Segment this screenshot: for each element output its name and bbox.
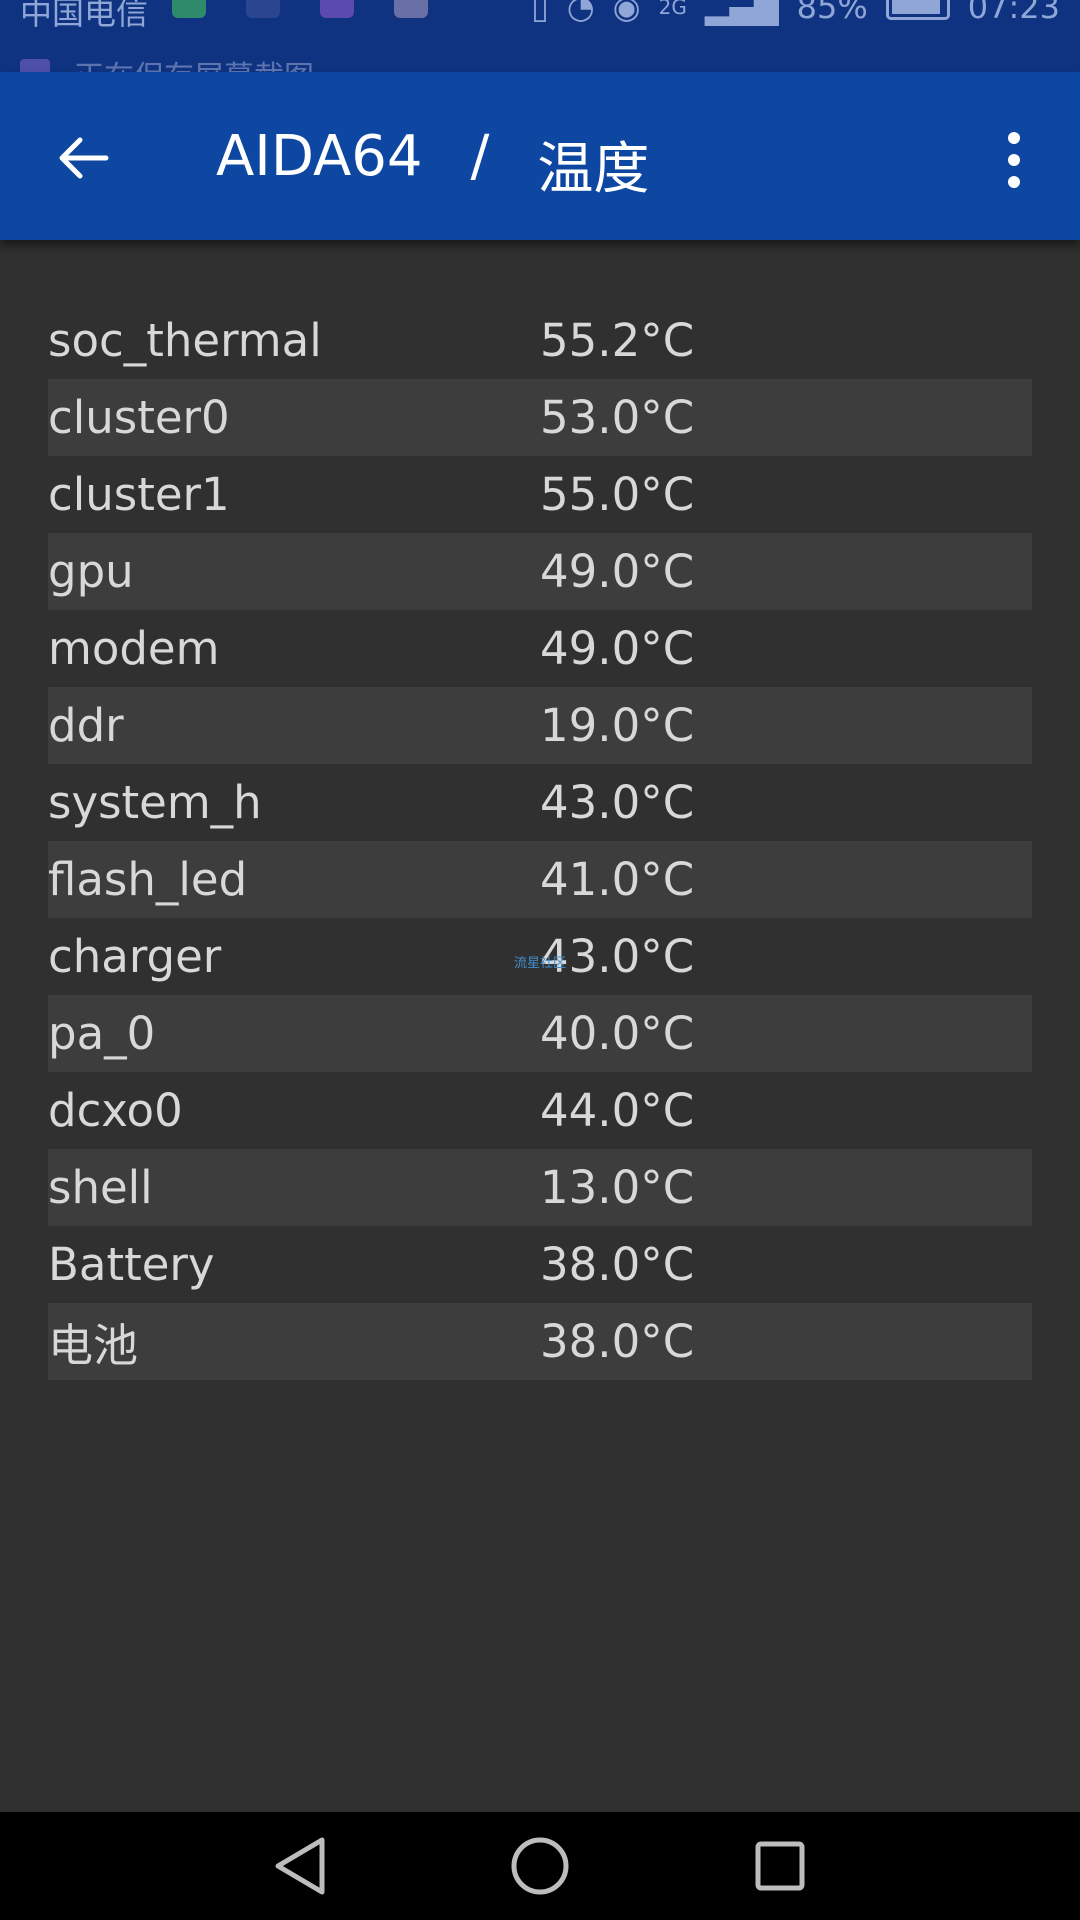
vibrate-icon: ▯ bbox=[531, 0, 549, 26]
status-right: ▯ ◔ ◉ 2G ▂▄▆ 85% 07:23 bbox=[531, 0, 1060, 26]
list-item: modem 49.0°C bbox=[48, 610, 1032, 687]
list-item: system_h 43.0°C bbox=[48, 764, 1032, 841]
status-bar: 中国电信 ▯ ◔ ◉ 2G ▂▄▆ 85% 07:23 正在保存屏幕截图 bbox=[0, 0, 1080, 72]
more-vert-dot bbox=[1008, 154, 1020, 166]
title-separator: / bbox=[470, 124, 490, 189]
sensor-value: 41.0°C bbox=[540, 853, 695, 906]
square-recents-icon bbox=[755, 1841, 805, 1891]
notification-text: 正在保存屏幕截图 bbox=[74, 52, 314, 72]
signal-icon: ▂▄▆ bbox=[704, 0, 779, 26]
sync-icon: ◔ bbox=[566, 0, 595, 26]
sensor-name: modem bbox=[48, 622, 220, 675]
list-item: cluster0 53.0°C bbox=[48, 379, 1032, 456]
sensor-name: cluster0 bbox=[48, 391, 230, 444]
sensor-value: 55.2°C bbox=[540, 314, 695, 367]
sensor-value: 49.0°C bbox=[540, 545, 695, 598]
sensor-name: charger bbox=[48, 930, 222, 983]
list-item: cluster1 55.0°C bbox=[48, 456, 1032, 533]
sensor-name: 电池 bbox=[48, 1319, 139, 1372]
battery-icon bbox=[885, 0, 950, 20]
battery-percent: 85% bbox=[796, 0, 868, 26]
more-vert-icon bbox=[1008, 132, 1020, 144]
app-notification-icon bbox=[246, 0, 280, 18]
navigation-bar bbox=[0, 1812, 1080, 1920]
notification-ticker: 正在保存屏幕截图 bbox=[20, 52, 314, 72]
more-vert-dot bbox=[1008, 176, 1020, 188]
app-name: AIDA64 bbox=[216, 124, 423, 189]
list-item: Battery 38.0°C bbox=[48, 1226, 1032, 1303]
triangle-back-icon bbox=[275, 1837, 325, 1895]
sensor-value: 44.0°C bbox=[540, 1084, 695, 1137]
eye-icon: ◉ bbox=[612, 0, 641, 26]
list-item: soc_thermal 55.2°C bbox=[48, 302, 1032, 379]
network-label: 2G bbox=[658, 0, 687, 19]
list-item: shell 13.0°C bbox=[48, 1149, 1032, 1226]
sensor-value: 38.0°C bbox=[540, 1315, 695, 1368]
sensor-name: shell bbox=[48, 1161, 153, 1214]
sensor-value: 49.0°C bbox=[540, 622, 695, 675]
sensor-value: 19.0°C bbox=[540, 699, 695, 752]
nav-home-button[interactable] bbox=[498, 1824, 582, 1908]
section-title: 温度 bbox=[537, 137, 650, 202]
back-button[interactable] bbox=[48, 122, 120, 194]
sensor-name: cluster1 bbox=[48, 468, 230, 521]
list-item: 电池 38.0°C bbox=[48, 1303, 1032, 1380]
list-item: gpu 49.0°C bbox=[48, 533, 1032, 610]
sensor-name: pa_0 bbox=[48, 1007, 156, 1060]
sensor-value: 13.0°C bbox=[540, 1161, 695, 1214]
nav-recents-button[interactable] bbox=[738, 1824, 822, 1908]
temperature-list: soc_thermal 55.2°C cluster0 53.0°C cluster… bbox=[48, 302, 1032, 1380]
nav-back-button[interactable] bbox=[258, 1824, 342, 1908]
sensor-name: Battery bbox=[48, 1238, 215, 1291]
page-title: AIDA64 / 温度 bbox=[216, 124, 649, 205]
sensor-name: soc_thermal bbox=[48, 314, 322, 367]
list-item: ddr 19.0°C bbox=[48, 687, 1032, 764]
app-notification-icon bbox=[172, 0, 206, 18]
sensor-name: system_h bbox=[48, 776, 262, 829]
sensor-name: ddr bbox=[48, 699, 124, 752]
list-item: pa_0 40.0°C bbox=[48, 995, 1032, 1072]
sensor-name: gpu bbox=[48, 545, 134, 598]
sensor-value: 40.0°C bbox=[540, 1007, 695, 1060]
app-notification-icon bbox=[320, 0, 354, 18]
more-options-button[interactable] bbox=[994, 124, 1034, 196]
watermark: 流星社区 bbox=[514, 956, 567, 971]
circle-home-icon bbox=[511, 1837, 569, 1895]
app-notification-icon bbox=[394, 0, 428, 18]
app-bar: AIDA64 / 温度 bbox=[0, 72, 1080, 240]
arrow-back-icon bbox=[59, 137, 109, 179]
list-item: flash_led 41.0°C bbox=[48, 841, 1032, 918]
sensor-name: flash_led bbox=[48, 853, 248, 906]
list-item: dcxo0 44.0°C bbox=[48, 1072, 1032, 1149]
sensor-value: 55.0°C bbox=[540, 468, 695, 521]
sensor-value: 43.0°C bbox=[540, 776, 695, 829]
sensor-value: 38.0°C bbox=[540, 1238, 695, 1291]
screenshot-icon bbox=[20, 59, 50, 72]
sensor-name: dcxo0 bbox=[48, 1084, 183, 1137]
notification-icons bbox=[172, 0, 428, 18]
sensor-value: 53.0°C bbox=[540, 391, 695, 444]
carrier-label: 中国电信 bbox=[20, 0, 149, 32]
clock: 07:23 bbox=[967, 0, 1060, 26]
sensor-value: 43.0°C bbox=[540, 930, 695, 983]
